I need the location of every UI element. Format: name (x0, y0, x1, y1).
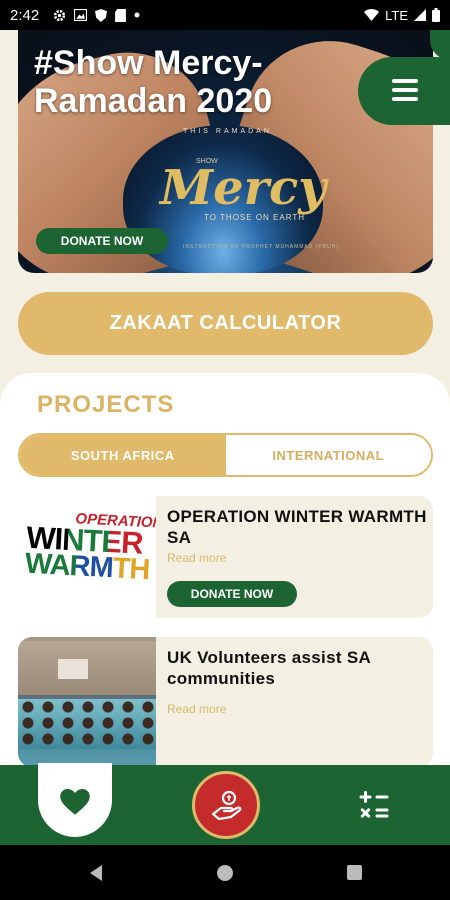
system-navigation-bar (0, 845, 450, 900)
region-tabs: SOUTH AFRICA INTERNATIONAL (18, 433, 433, 477)
shield-icon (95, 8, 108, 22)
home-icon[interactable] (217, 865, 233, 881)
tab-international[interactable]: INTERNATIONAL (225, 435, 431, 475)
donate-hand-icon (211, 790, 242, 820)
project-card[interactable]: UK Volunteers assist SA communities Read… (18, 637, 433, 767)
hero-donate-button[interactable]: DONATE NOW (36, 228, 168, 254)
bottom-navigation (0, 763, 450, 845)
hero-mercy-footnote: INSTRUCTION OF PROPHET MUHAMMAD (PBUH) (183, 244, 339, 250)
sd-card-icon (115, 8, 127, 22)
nav-donate-button[interactable] (192, 771, 260, 839)
app-screen: #Show Mercy-Ramadan 2020 THIS RAMADAN SH… (0, 30, 450, 845)
status-notification-icons (53, 8, 140, 22)
project-thumbnail-volunteers (18, 637, 156, 767)
project-title: UK Volunteers assist SA communities (167, 648, 371, 688)
read-more-link[interactable]: Read more (167, 702, 226, 716)
status-bar: 2:42 LTE (0, 0, 450, 30)
status-right: LTE (364, 8, 440, 23)
image-icon (74, 9, 88, 21)
zakaat-calculator-button[interactable]: ZAKAAT CALCULATOR (18, 292, 433, 355)
status-time: 2:42 (10, 6, 40, 24)
project-card[interactable]: OPERATION WINTER WARMTH OPERATION WINTER… (18, 496, 433, 618)
recent-apps-icon[interactable] (347, 865, 362, 880)
hero-caption-top: THIS RAMADAN (183, 128, 272, 135)
hero-title: #Show Mercy-Ramadan 2020 (34, 44, 273, 120)
signal-icon (414, 9, 426, 21)
project-donate-button[interactable]: DONATE NOW (167, 581, 297, 607)
read-more-link[interactable]: Read more (167, 551, 226, 565)
hero-mercy-subtitle: TO THOSE ON EARTH (204, 213, 306, 222)
calculator-icon (359, 791, 389, 818)
nav-calculator-tab[interactable] (358, 789, 390, 825)
project-title: OPERATION WINTER WARMTH SA (167, 507, 427, 547)
settings-icon (54, 9, 66, 21)
winter-warmth-logo: OPERATION WINTER WARMTH (24, 510, 156, 587)
tab-south-africa[interactable]: SOUTH AFRICA (20, 435, 226, 475)
back-icon[interactable] (90, 865, 102, 881)
projects-title: PROJECTS (37, 391, 175, 418)
hamburger-menu-icon (392, 79, 418, 106)
hero-mercy-word: Mercy (160, 160, 327, 216)
volunteers-photo (18, 637, 156, 767)
network-type: LTE (385, 7, 408, 23)
dot-icon (134, 12, 140, 18)
menu-notch (430, 30, 450, 60)
battery-icon (432, 8, 440, 22)
heart-icon (60, 789, 90, 815)
menu-button[interactable] (358, 57, 450, 125)
wifi-icon (364, 9, 380, 21)
nav-home-tab[interactable] (38, 763, 112, 837)
project-thumbnail-winter-warmth: OPERATION WINTER WARMTH (18, 496, 156, 618)
